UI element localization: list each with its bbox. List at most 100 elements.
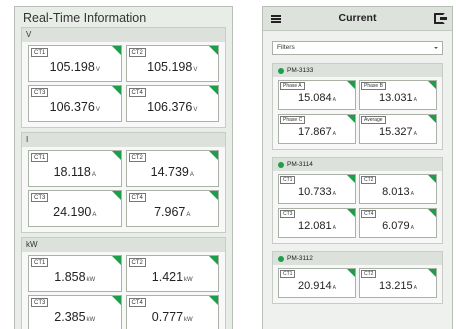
value-number: 7.967 <box>154 205 186 219</box>
value-unit: A <box>92 212 97 218</box>
corner-flag-icon <box>209 46 218 55</box>
meter-card[interactable]: CT4 6.079A <box>359 208 437 238</box>
value-unit: A <box>410 191 414 197</box>
value-unit: A <box>410 225 414 231</box>
meter-card[interactable]: CT2 8.013A <box>359 174 437 204</box>
corner-flag-icon <box>209 296 218 305</box>
exit-icon[interactable] <box>434 13 447 24</box>
card-grid: CT1 1.858kW CT2 1.421kW CT3 2.385kW CT4 0.777kW <box>22 252 225 329</box>
filters-label: Filters <box>277 44 295 51</box>
meter-card[interactable]: CT1 10.733A <box>278 174 356 204</box>
meter-card[interactable]: CT3 2.385kW <box>28 295 122 329</box>
card-value: 13.031A <box>360 92 436 104</box>
card-value: 20.914A <box>279 280 355 292</box>
value-number: 15.327 <box>379 126 413 138</box>
card-value: 6.079A <box>360 220 436 232</box>
value-unit: A <box>332 225 336 231</box>
status-dot-icon <box>278 67 284 74</box>
value-number: 10.733 <box>298 186 332 198</box>
card-grid: CT1 10.733A CT2 8.013A CT3 12.081A CT4 6.079A <box>273 171 442 243</box>
value-unit: A <box>413 97 417 103</box>
meter-header[interactable]: PM-3114 <box>273 158 442 171</box>
status-dot-icon <box>278 161 284 168</box>
card-value: 10.733A <box>279 186 355 198</box>
corner-flag-icon <box>111 46 121 55</box>
meter-card[interactable]: CT2 1.421kW <box>125 255 219 292</box>
mobile-title: Current <box>338 12 377 24</box>
value-number: 106.376 <box>49 100 95 114</box>
corner-flag-icon <box>209 191 218 200</box>
card-tag: CT4 <box>128 298 146 307</box>
card-value: 1.858kW <box>29 270 121 284</box>
value-unit: A <box>413 131 417 137</box>
value-number: 1.858 <box>54 270 86 284</box>
card-grid: CT1 18.118A CT2 14.739A CT3 24.190A CT4 7.967A <box>22 147 225 232</box>
value-number: 17.867 <box>298 126 332 138</box>
meter-card[interactable]: Phase C 17.867A <box>278 114 356 144</box>
value-number: 15.084 <box>298 92 332 104</box>
value-unit: V <box>193 107 198 113</box>
meter-card[interactable]: CT3 24.190A <box>28 190 122 227</box>
meter-card[interactable]: CT2 13.215A <box>359 268 437 298</box>
meter-header[interactable]: PM-3133 <box>273 64 442 77</box>
corner-flag-icon <box>111 296 121 305</box>
value-unit: A <box>186 212 191 218</box>
card-tag: CT2 <box>128 48 146 57</box>
meter-card[interactable]: Phase A 15.084A <box>278 80 356 110</box>
meter-card[interactable]: Average 15.327A <box>359 114 437 144</box>
measurement-group: I CT1 18.118A CT2 14.739A CT3 24.190A CT4 7.967A <box>21 132 226 233</box>
value-number: 2.385 <box>54 310 86 324</box>
corner-flag-icon <box>428 115 436 123</box>
meter-card[interactable]: CT3 12.081A <box>278 208 356 238</box>
corner-flag-icon <box>347 115 355 123</box>
value-number: 13.031 <box>379 92 413 104</box>
meter-name: PM-3114 <box>287 161 313 168</box>
card-value: 15.327A <box>360 126 436 138</box>
value-unit: kW <box>86 277 96 283</box>
value-unit: A <box>332 285 336 291</box>
meter-header[interactable]: PM-3112 <box>273 252 442 265</box>
meter-card[interactable]: CT1 1.858kW <box>28 255 122 292</box>
group-header: kW <box>22 238 225 252</box>
value-number: 18.118 <box>53 165 91 179</box>
mobile-header: Current <box>263 7 452 31</box>
value-unit: kW <box>184 317 193 323</box>
meter-card[interactable]: CT1 20.914A <box>278 268 356 298</box>
meter-card[interactable]: CT2 14.739A <box>125 150 219 187</box>
meter-card[interactable]: CT3 106.376V <box>28 85 122 122</box>
card-value: 106.376V <box>127 100 219 114</box>
value-number: 8.013 <box>382 186 410 198</box>
card-tag: CT1 <box>31 258 49 267</box>
card-tag: CT3 <box>31 298 49 307</box>
card-tag: CT3 <box>280 210 296 218</box>
meter-card[interactable]: CT1 18.118A <box>28 150 122 187</box>
value-unit: A <box>189 172 194 178</box>
corner-flag-icon <box>347 269 355 277</box>
real-time-info-panel: Real-Time Information V CT1 105.198V CT2 105… <box>14 6 233 329</box>
value-number: 20.914 <box>298 280 332 292</box>
card-grid: Phase A 15.084A Phase B 13.031A Phase C 17.86… <box>273 77 442 149</box>
meter-group: PM-3114 CT1 10.733A CT2 8.013A CT3 12.081A CT4 6… <box>272 157 443 244</box>
meter-group: PM-3112 CT1 20.914A CT2 13.215A <box>272 251 443 304</box>
corner-flag-icon <box>209 151 218 160</box>
group-header: I <box>22 133 225 147</box>
card-tag: CT1 <box>31 153 49 162</box>
value-number: 24.190 <box>53 205 92 219</box>
measurement-group: V CT1 105.198V CT2 105.198V CT3 106.376V CT4 106… <box>21 27 226 128</box>
meter-card[interactable]: CT4 106.376V <box>125 85 219 122</box>
card-value: 7.967A <box>127 205 219 219</box>
value-unit: A <box>91 172 96 178</box>
card-value: 0.777kW <box>127 310 219 324</box>
right-groups: PM-3133 Phase A 15.084A Phase B 13.031A Phase… <box>263 63 452 304</box>
card-value: 24.190A <box>29 205 121 219</box>
card-tag: CT4 <box>128 88 146 97</box>
meter-card[interactable]: CT4 0.777kW <box>125 295 219 329</box>
meter-card[interactable]: CT2 105.198V <box>125 45 219 82</box>
filters-dropdown[interactable]: Filters <box>272 41 443 55</box>
meter-card[interactable]: CT4 7.967A <box>125 190 219 227</box>
meter-card[interactable]: Phase B 13.031A <box>359 80 437 110</box>
left-groups: V CT1 105.198V CT2 105.198V CT3 106.376V CT4 106… <box>21 27 226 329</box>
card-tag: CT3 <box>31 193 49 202</box>
meter-card[interactable]: CT1 105.198V <box>28 45 122 82</box>
meter-name: PM-3133 <box>287 67 314 74</box>
